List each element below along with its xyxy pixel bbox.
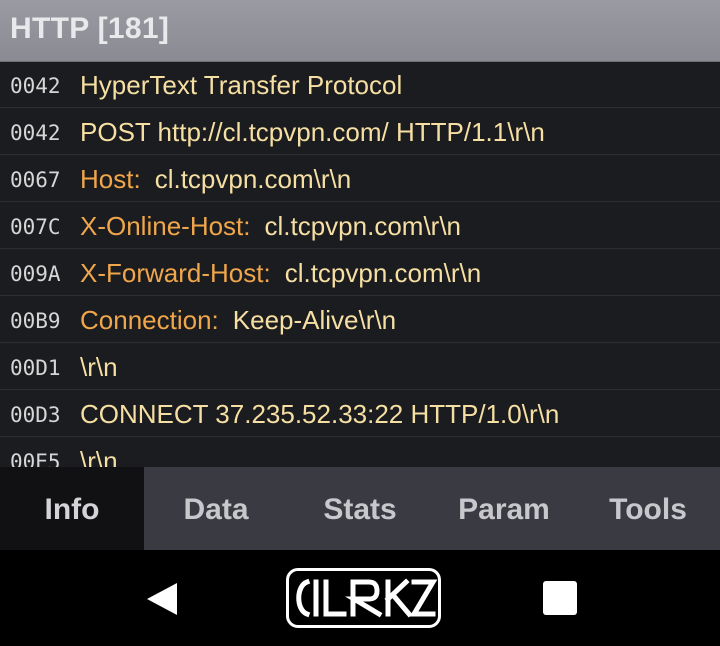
field-value: Keep-Alive\r\n [232, 305, 397, 335]
byte-offset: 007C [10, 215, 61, 239]
tab-data[interactable]: Data [144, 467, 288, 550]
packet-field-row[interactable]: 00B9 Connection: Keep-Alive\r\n [0, 297, 720, 343]
field-content: Connection: Keep-Alive\r\n [80, 305, 396, 336]
packet-field-row[interactable]: 00E5 \r\n [0, 438, 720, 467]
field-content: \r\n [80, 352, 118, 383]
recent-apps-square-icon[interactable] [543, 581, 577, 615]
packet-field-row[interactable]: 0042 HyperText Transfer Protocol [0, 62, 720, 108]
field-key: Host: [80, 164, 141, 194]
field-content: POST http://cl.tcpvpn.com/ HTTP/1.1\r\n [80, 117, 545, 148]
byte-offset: 009A [10, 262, 61, 286]
android-navigation-bar [0, 550, 720, 646]
byte-offset: 0067 [10, 168, 61, 192]
protocol-header: HTTP [181] [0, 0, 720, 62]
field-content: CONNECT 37.235.52.33:22 HTTP/1.0\r\n [80, 399, 559, 430]
field-content: Host: cl.tcpvpn.com\r\n [80, 164, 351, 195]
field-content: X-Online-Host: cl.tcpvpn.com\r\n [80, 211, 461, 242]
field-content: X-Forward-Host: cl.tcpvpn.com\r\n [80, 258, 481, 289]
byte-offset: 00D1 [10, 356, 61, 380]
packet-field-row[interactable]: 00D3 CONNECT 37.235.52.33:22 HTTP/1.0\r\… [0, 391, 720, 437]
byte-offset: 0042 [10, 121, 61, 145]
back-triangle-icon[interactable] [145, 581, 179, 617]
tab-info[interactable]: Info [0, 467, 144, 550]
field-value: \r\n [80, 352, 118, 382]
byte-offset: 00B9 [10, 309, 61, 333]
field-value: CONNECT 37.235.52.33:22 HTTP/1.0\r\n [80, 399, 560, 429]
packet-detail-list[interactable]: 0042 HyperText Transfer Protocol 0042 PO… [0, 62, 720, 467]
protocol-title: HTTP [181] [10, 12, 170, 45]
packet-field-row[interactable]: 007C X-Online-Host: cl.tcpvpn.com\r\n [0, 203, 720, 249]
bottom-tab-bar: Info Data Stats Param Tools [0, 467, 720, 550]
byte-offset: 0042 [10, 74, 61, 98]
packet-field-row[interactable]: 009A X-Forward-Host: cl.tcpvpn.com\r\n [0, 250, 720, 296]
tab-tools[interactable]: Tools [576, 467, 720, 550]
field-value: cl.tcpvpn.com\r\n [264, 211, 462, 241]
field-key: Connection: [80, 305, 219, 335]
field-value: \r\n [80, 446, 118, 467]
field-value: POST http://cl.tcpvpn.com/ HTTP/1.1\r\n [80, 117, 545, 147]
byte-offset: 00D3 [10, 403, 61, 427]
field-value: cl.tcpvpn.com\r\n [154, 164, 352, 194]
tab-param[interactable]: Param [432, 467, 576, 550]
tab-stats[interactable]: Stats [288, 467, 432, 550]
field-value: HyperText Transfer Protocol [80, 70, 403, 100]
app-screen: HTTP [181] 0042 HyperText Transfer Proto… [0, 0, 720, 646]
field-key: X-Forward-Host: [80, 258, 271, 288]
byte-offset: 00E5 [10, 450, 61, 467]
field-key: X-Online-Host: [80, 211, 251, 241]
packet-field-row[interactable]: 0042 POST http://cl.tcpvpn.com/ HTTP/1.1… [0, 109, 720, 155]
clrkz-logo[interactable] [286, 568, 441, 628]
field-content: HyperText Transfer Protocol [80, 70, 402, 101]
packet-field-row[interactable]: 0067 Host: cl.tcpvpn.com\r\n [0, 156, 720, 202]
field-value: cl.tcpvpn.com\r\n [284, 258, 482, 288]
field-content: \r\n [80, 446, 118, 467]
packet-field-row[interactable]: 00D1 \r\n [0, 344, 720, 390]
